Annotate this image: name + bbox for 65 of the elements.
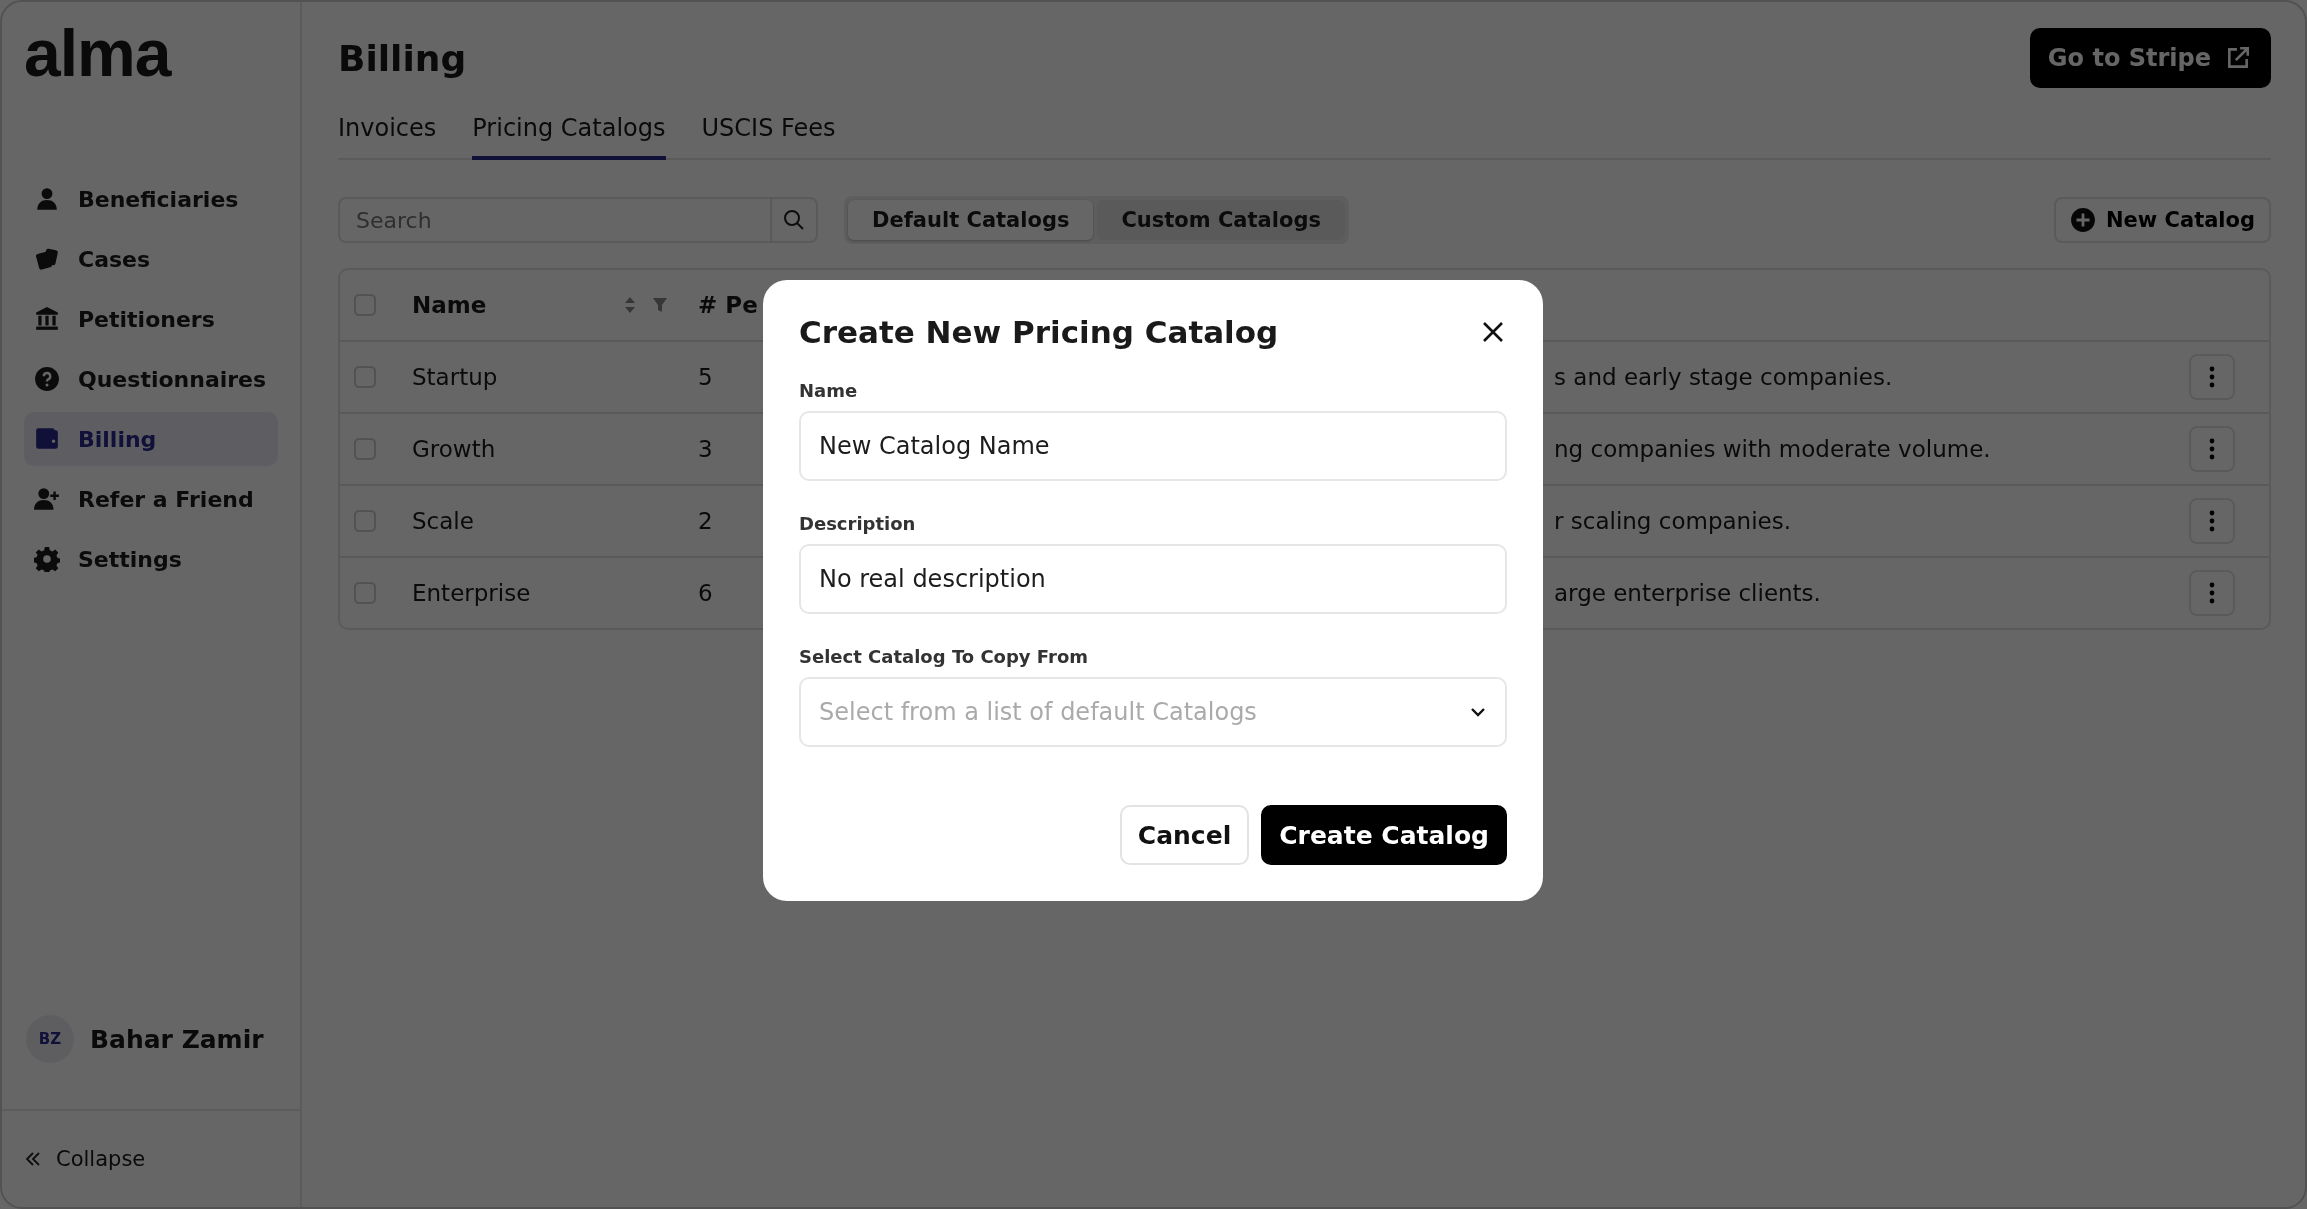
plus-circle-icon <box>2070 207 2096 233</box>
input-field[interactable]: No real description <box>799 544 1507 614</box>
segment-button[interactable]: Custom Catalogs <box>1097 200 1345 240</box>
page-title: Billing <box>338 37 467 79</box>
kebab-icon <box>2209 510 2215 532</box>
input-field[interactable]: New Catalog Name <box>799 411 1507 481</box>
search-button[interactable] <box>770 197 818 243</box>
table-cell-text: r scaling companies. <box>1554 508 1792 534</box>
table-cell-text: 6 <box>698 580 714 606</box>
filter-icon[interactable] <box>652 296 668 314</box>
field-label: Select Catalog To Copy From <box>799 646 1089 667</box>
table-cell-text: 3 <box>698 436 714 462</box>
nav-icon <box>34 426 60 452</box>
kebab-icon <box>2209 582 2215 604</box>
nav-icon <box>34 486 60 512</box>
field-label: Description <box>799 513 917 534</box>
select-field[interactable]: Select from a list of default Catalogs <box>799 677 1507 747</box>
external-link-icon <box>2225 45 2251 71</box>
kebab-icon <box>2209 366 2215 388</box>
new-catalog-button[interactable]: New Catalog <box>2054 197 2271 243</box>
table-cell-text: ng companies with moderate volume. <box>1554 436 1992 462</box>
nav-item[interactable]: Petitioners <box>24 292 278 346</box>
nav-icon <box>34 246 60 272</box>
cancel-button[interactable]: Cancel <box>1119 805 1250 865</box>
more-button[interactable] <box>2189 354 2235 400</box>
more-button[interactable] <box>2189 498 2235 544</box>
kebab-icon <box>2209 438 2215 460</box>
table-cell-text: s and early stage companies. <box>1554 364 1894 390</box>
nav-icon <box>34 366 60 392</box>
segment-button[interactable]: Default Catalogs <box>848 200 1094 240</box>
nav-item[interactable]: Billing <box>24 412 278 466</box>
collapse-button[interactable]: Collapse <box>2 1109 300 1207</box>
table-cell-text: 5 <box>698 364 714 390</box>
column-header: Name <box>412 292 487 318</box>
nav-item[interactable]: Settings <box>24 532 278 586</box>
nav-item[interactable]: Refer a Friend <box>24 472 278 526</box>
sort-icon[interactable] <box>622 296 638 314</box>
nav-icon <box>34 306 60 332</box>
nav-item[interactable]: Beneficiaries <box>24 172 278 226</box>
table-cell-text: Startup <box>412 364 499 390</box>
more-button[interactable] <box>2189 570 2235 616</box>
nav-item[interactable]: Cases <box>24 232 278 286</box>
field-label: Name <box>799 380 859 401</box>
more-button[interactable] <box>2189 426 2235 472</box>
logo: alma <box>23 15 173 92</box>
create-button[interactable]: Create Catalog <box>1261 805 1507 865</box>
table-cell-text: arge enterprise clients. <box>1554 580 1822 606</box>
nav-icon <box>34 186 60 212</box>
avatar[interactable]: BZ <box>26 1015 74 1063</box>
dialog-title: Create New Pricing Catalog <box>799 314 1279 350</box>
search-icon <box>783 209 805 231</box>
tab[interactable]: Pricing Catalogs <box>472 104 666 160</box>
tab[interactable]: USCIS Fees <box>701 104 836 160</box>
table-cell-text: 2 <box>698 508 714 534</box>
chevron-down-icon <box>1469 706 1487 718</box>
stripe-button[interactable]: Go to Stripe <box>2029 28 2271 88</box>
table-cell-text: Growth <box>412 436 497 462</box>
nav-item[interactable]: Questionnaires <box>24 352 278 406</box>
table-cell-text: Scale <box>412 508 475 534</box>
double-chevron-icon <box>24 1150 42 1168</box>
user-name: Bahar Zamir <box>90 1024 264 1054</box>
nav-icon <box>34 546 60 572</box>
table-cell-text: Enterprise <box>412 580 532 606</box>
column-header: # Pe <box>698 292 758 318</box>
tab[interactable]: Invoices <box>338 104 437 160</box>
